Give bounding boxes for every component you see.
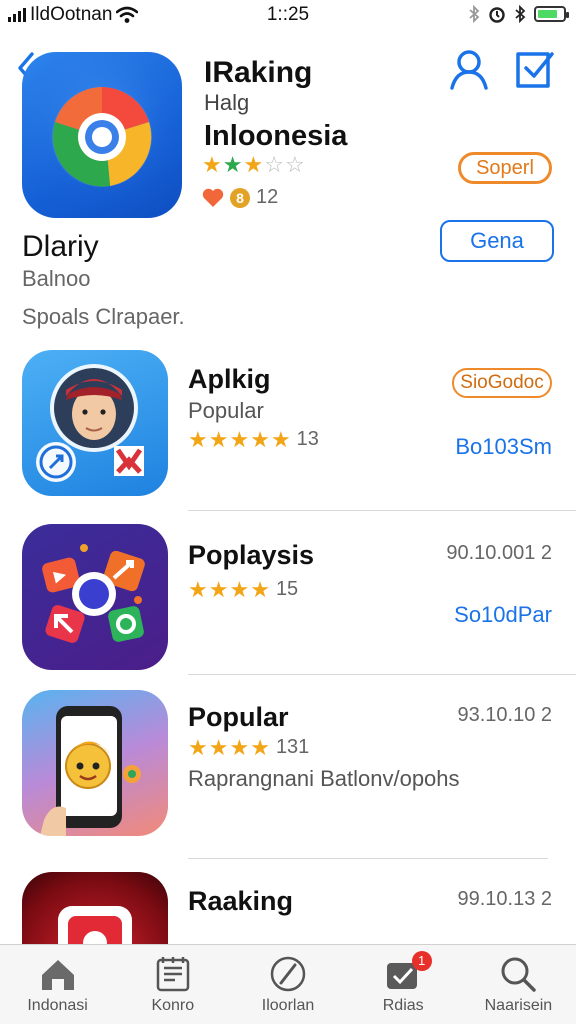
- tab-label: Konro: [151, 997, 195, 1014]
- section-caption: Spoals Clrapaer.: [22, 304, 185, 329]
- hero-subtitle: Halg: [204, 90, 250, 115]
- tab-label: Iloorlan: [261, 997, 315, 1014]
- tab-home[interactable]: Indonasi: [0, 945, 115, 1024]
- star-outline-icon: ☆: [284, 152, 305, 177]
- app-icon-1: [22, 350, 168, 496]
- star-outline-icon: ☆: [264, 152, 284, 177]
- app-rating: ★ ★ ★ ★ ★ 13: [188, 428, 319, 451]
- bluetooth-dim-icon: [469, 5, 480, 23]
- heart-icon: [202, 188, 224, 207]
- tab-search[interactable]: Naarisein: [461, 945, 576, 1024]
- developer-subtitle: Balnoo: [22, 266, 91, 291]
- row-divider: [188, 674, 576, 675]
- hero-rating-stars: ★ ★ ★ ☆ ☆: [202, 154, 305, 176]
- app-rating: ★ ★ ★ ★ 15: [188, 578, 298, 601]
- app-date: 99.10.13 2: [457, 888, 552, 910]
- profile-icon[interactable]: [448, 48, 490, 90]
- star-icon: ★: [202, 152, 222, 177]
- app-subtitle: Popular: [188, 398, 264, 423]
- app-rating: ★ ★ ★ ★ 131: [188, 736, 309, 759]
- star-icon: ★: [208, 576, 229, 602]
- compass-icon: [270, 956, 306, 992]
- app-name: Poplaysis: [188, 540, 315, 570]
- app-orange-pill-button[interactable]: SioGodoc: [452, 368, 552, 398]
- rating-count: 131: [275, 736, 310, 758]
- developer-name: Dlariy: [22, 230, 99, 263]
- star-icon: ★: [222, 152, 243, 177]
- hero-orange-pill-button[interactable]: Soperl: [458, 152, 552, 184]
- app-row-1[interactable]: Aplkig Popular ★ ★ ★ ★ ★ 13 SioGodoc Bo1…: [0, 350, 576, 516]
- star-icon: ★: [250, 576, 270, 602]
- news-icon: [156, 957, 190, 992]
- app-date: 93.10.10 2: [457, 704, 552, 726]
- tab-updates[interactable]: 1 Rdias: [346, 945, 461, 1024]
- star-icon: ★: [229, 426, 250, 452]
- alarm-icon: [489, 7, 505, 23]
- hero-app-icon[interactable]: [22, 52, 182, 218]
- reaction-count: 12: [256, 186, 279, 208]
- chrome-like-logo-icon: [22, 52, 182, 218]
- star-icon: ★: [208, 734, 229, 760]
- app-price-button[interactable]: Bo103Sm: [455, 434, 552, 460]
- tab-label: Indonasi: [27, 997, 88, 1014]
- star-icon: ★: [208, 426, 229, 452]
- portrait-app-icon: [36, 364, 144, 482]
- rating-count: 15: [275, 578, 299, 600]
- notification-badge: 1: [411, 951, 432, 971]
- tab-label: Naarisein: [484, 997, 553, 1014]
- tab-news[interactable]: Konro: [115, 945, 230, 1024]
- star-icon: ★: [250, 734, 270, 760]
- app-name: Popular: [188, 702, 289, 732]
- app-date: 90.10.001 2: [446, 542, 552, 564]
- hero-reactions: 8 12: [202, 186, 278, 209]
- star-icon: ★: [250, 426, 270, 452]
- checklist-icon[interactable]: [514, 48, 556, 90]
- tab-label: Rdias: [382, 997, 424, 1014]
- hero-title: IRaking: [204, 56, 313, 89]
- star-icon: ★: [188, 426, 208, 452]
- tab-explore[interactable]: Iloorlan: [230, 945, 345, 1024]
- hero-get-button[interactable]: Gena: [440, 220, 554, 262]
- status-right: [468, 5, 569, 23]
- status-bar: IldOotnan 1::25: [0, 0, 576, 30]
- star-icon: ★: [243, 152, 264, 177]
- row-divider: [188, 858, 548, 859]
- rating-count: 13: [296, 428, 319, 450]
- star-icon: ★: [229, 734, 250, 760]
- app-price-button[interactable]: So10dPar: [454, 602, 552, 628]
- app-icon-2: [22, 524, 168, 670]
- star-icon: ★: [188, 734, 208, 760]
- star-icon: ★: [188, 576, 208, 602]
- reaction-badge-icon: 8: [230, 187, 250, 208]
- battery-icon: [534, 6, 569, 22]
- app-name: Aplkig: [188, 364, 271, 394]
- app-row-2[interactable]: Poplaysis ★ ★ ★ ★ 15 90.10.001 2 So10dPa…: [0, 524, 576, 690]
- hero-region: Inloonesia: [204, 120, 348, 152]
- tab-bar: Indonasi Konro Iloorlan 1 Rdias Naarisei…: [0, 944, 576, 1024]
- star-icon: ★: [229, 576, 250, 602]
- search-icon: [501, 957, 537, 992]
- app-description: Raprangnani Batlonv/opohs: [188, 766, 460, 791]
- bluetooth-icon: [515, 5, 526, 23]
- phone-character-icon: [40, 706, 141, 836]
- app-name: Raaking: [188, 886, 294, 916]
- star-icon: ★: [270, 426, 291, 452]
- row-divider: [188, 510, 576, 511]
- home-icon: [41, 960, 74, 990]
- app-row-3[interactable]: Popular ★ ★ ★ ★ 131 93.10.10 2 Raprangna…: [0, 690, 576, 859]
- app-icon-3: [22, 690, 168, 836]
- media-shapes-icon: [42, 544, 145, 643]
